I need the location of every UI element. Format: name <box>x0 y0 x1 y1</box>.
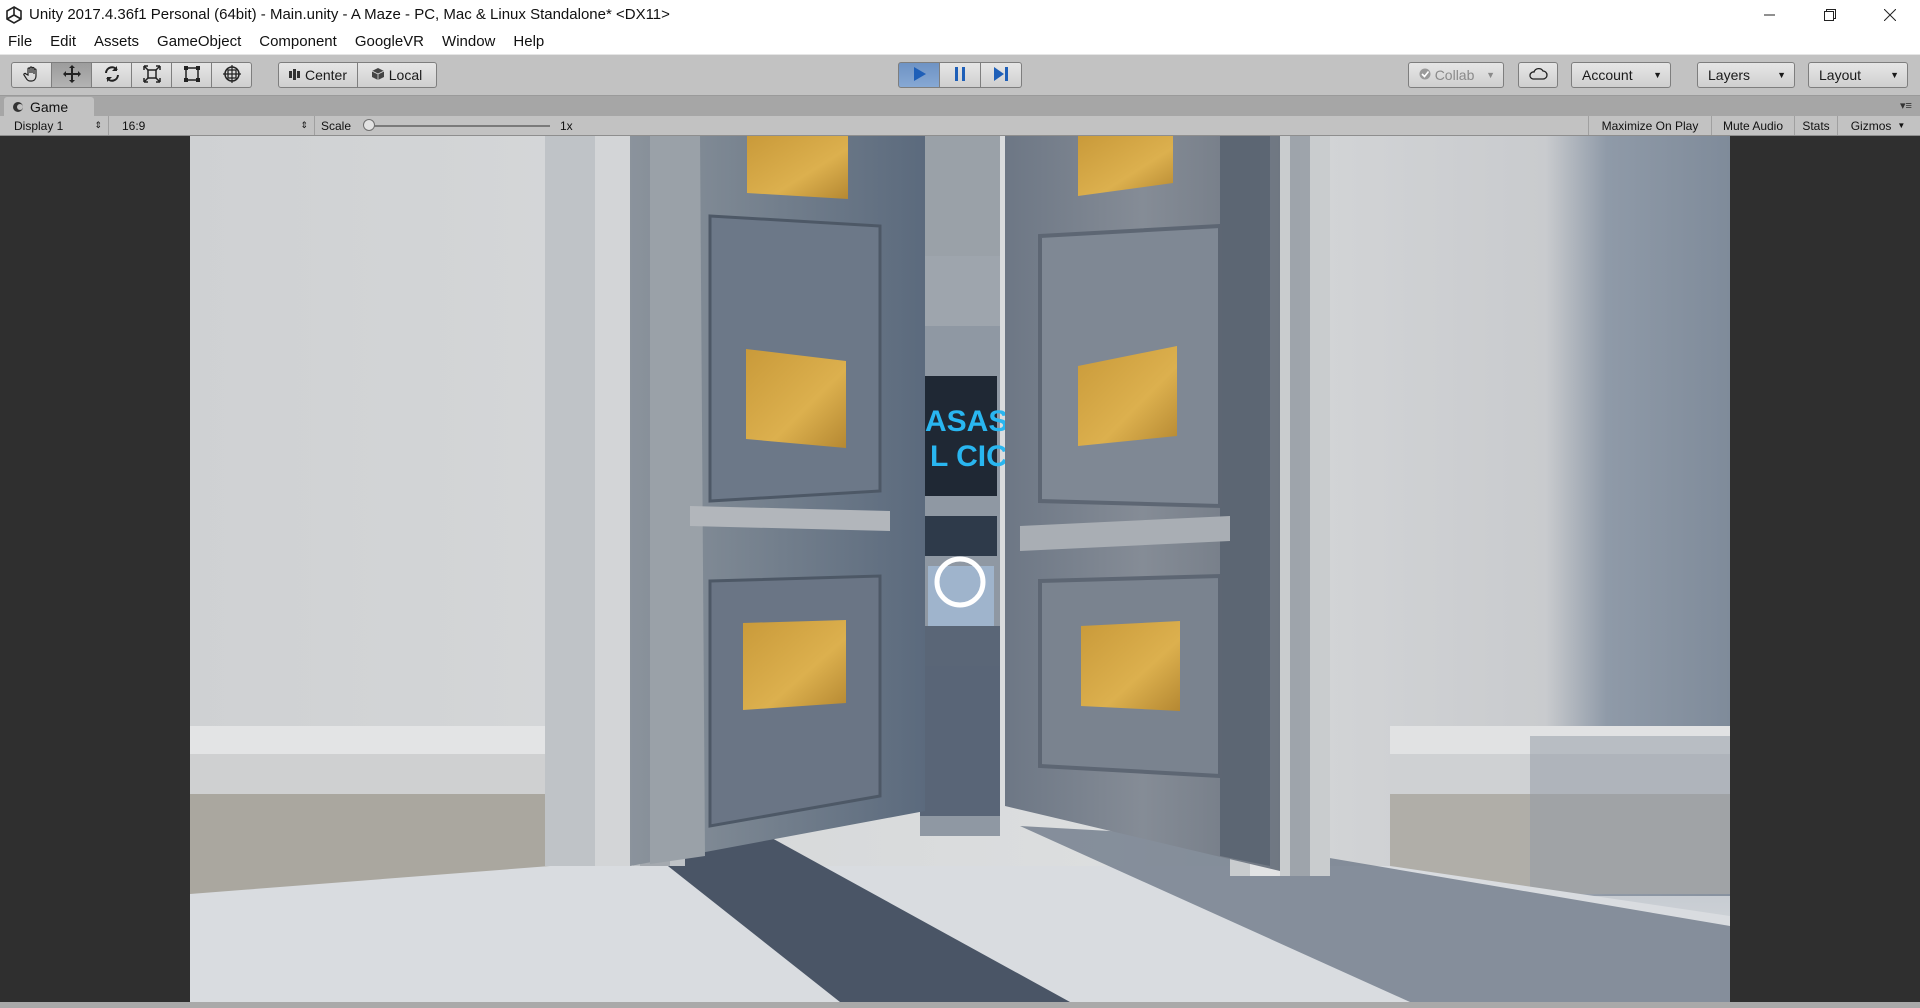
rotate-tool-button[interactable] <box>92 62 132 88</box>
main-toolbar: Center Local Collab ▼ Account ▼ Layers ▼… <box>0 55 1920 96</box>
collab-check-icon <box>1419 67 1431 83</box>
layers-group: Layers ▼ <box>1697 62 1795 88</box>
play-button[interactable] <box>898 62 940 88</box>
layers-dropdown[interactable]: Layers ▼ <box>1697 62 1795 88</box>
menu-edit[interactable]: Edit <box>41 33 85 50</box>
hand-tool-button[interactable] <box>11 62 52 88</box>
scale-slider-thumb[interactable] <box>363 119 375 131</box>
display-select-label: Display 1 <box>14 118 64 133</box>
transform-tools <box>11 62 252 88</box>
menu-help[interactable]: Help <box>504 33 553 50</box>
window-title: Unity 2017.4.36f1 Personal (64bit) - Mai… <box>29 6 670 23</box>
tab-game[interactable]: Game <box>4 97 94 116</box>
menu-bar: File Edit Assets GameObject Component Go… <box>0 29 1920 55</box>
menu-gameobject[interactable]: GameObject <box>148 33 250 50</box>
pivot-center-label: Center <box>304 67 348 83</box>
close-icon[interactable] <box>1860 0 1920 29</box>
scale-label: Scale <box>321 118 352 133</box>
tab-game-label: Game <box>30 98 69 115</box>
step-button[interactable] <box>981 62 1022 88</box>
transform-tool-button[interactable] <box>212 62 252 88</box>
cloud-button[interactable] <box>1518 62 1558 88</box>
menu-file[interactable]: File <box>0 33 41 50</box>
account-group: Account ▼ <box>1571 62 1671 88</box>
panel-tab-strip: Game ▾≡ <box>0 96 1920 116</box>
stats-toggle[interactable]: Stats <box>1794 116 1837 135</box>
pivot-tools: Center Local <box>278 62 437 88</box>
move-icon <box>62 64 82 87</box>
pause-icon <box>953 66 967 85</box>
pause-button[interactable] <box>940 62 981 88</box>
move-tool-button[interactable] <box>52 62 92 88</box>
account-label: Account <box>1582 67 1633 83</box>
chevron-down-icon: ▼ <box>1486 70 1495 80</box>
chevron-down-icon: ▼ <box>1890 70 1899 80</box>
rotate-icon <box>103 65 121 86</box>
step-icon <box>992 66 1010 85</box>
chevron-down-icon: ▼ <box>1897 121 1906 130</box>
game-view[interactable]: ASAST L CICL <box>0 136 1920 1002</box>
hand-icon <box>22 65 41 86</box>
layout-dropdown[interactable]: Layout ▼ <box>1808 62 1908 88</box>
chevron-down-icon: ▼ <box>1653 70 1662 80</box>
menu-googlevr[interactable]: GoogleVR <box>346 33 433 50</box>
rect-icon <box>183 65 201 86</box>
gizmos-dropdown[interactable]: Gizmos ▼ <box>1837 116 1918 135</box>
unity-logo-icon <box>3 4 25 26</box>
updown-icon: ⇕ <box>300 120 308 130</box>
layers-label: Layers <box>1708 67 1751 83</box>
mute-audio-toggle[interactable]: Mute Audio <box>1711 116 1794 135</box>
rect-tool-button[interactable] <box>172 62 212 88</box>
local-space-icon <box>371 67 384 83</box>
cloud-group <box>1518 62 1558 88</box>
aspect-select-label: 16:9 <box>122 118 146 133</box>
pivot-space-label: Local <box>388 67 423 83</box>
menu-window[interactable]: Window <box>433 33 504 50</box>
cloud-icon <box>1528 67 1548 84</box>
menu-component[interactable]: Component <box>250 33 346 50</box>
scale-icon <box>142 64 161 86</box>
gizmos-label: Gizmos <box>1850 118 1892 133</box>
pivot-center-button[interactable]: Center <box>278 62 358 88</box>
display-select[interactable]: Display 1 ⇕ <box>0 116 109 135</box>
collab-group: Collab ▼ <box>1408 62 1504 88</box>
collab-label: Collab <box>1434 67 1475 83</box>
updown-icon: ⇕ <box>94 120 102 130</box>
collab-dropdown[interactable]: Collab ▼ <box>1408 62 1504 88</box>
aspect-select[interactable]: 16:9 ⇕ <box>112 116 315 135</box>
maximize-on-play-toggle[interactable]: Maximize On Play <box>1588 116 1711 135</box>
layout-group: Layout ▼ <box>1808 62 1908 88</box>
panel-menu-icon[interactable]: ▾≡ <box>1900 99 1914 112</box>
account-dropdown[interactable]: Account ▼ <box>1571 62 1671 88</box>
chevron-down-icon: ▼ <box>1777 70 1786 80</box>
layout-label: Layout <box>1819 67 1862 83</box>
minimize-icon[interactable] <box>1740 0 1800 29</box>
status-bar <box>0 1002 1920 1008</box>
gold-panel <box>746 349 846 448</box>
game-view-toolbar: Display 1 ⇕ 16:9 ⇕ Scale 1x Maximize On … <box>0 116 1920 136</box>
pivot-center-icon <box>288 67 300 83</box>
play-controls <box>898 62 1022 88</box>
scale-tool-button[interactable] <box>132 62 172 88</box>
game-controller-icon <box>12 101 24 113</box>
scale-slider-track[interactable] <box>368 125 550 127</box>
transform-icon <box>222 64 242 87</box>
restore-icon[interactable] <box>1800 0 1860 29</box>
pivot-space-button[interactable]: Local <box>358 62 437 88</box>
play-icon <box>911 66 927 85</box>
window-title-bar: Unity 2017.4.36f1 Personal (64bit) - Mai… <box>0 0 1920 29</box>
game-render: ASAST L CICL <box>190 136 1730 1002</box>
menu-assets[interactable]: Assets <box>85 33 148 50</box>
scale-value: 1x <box>560 118 573 133</box>
